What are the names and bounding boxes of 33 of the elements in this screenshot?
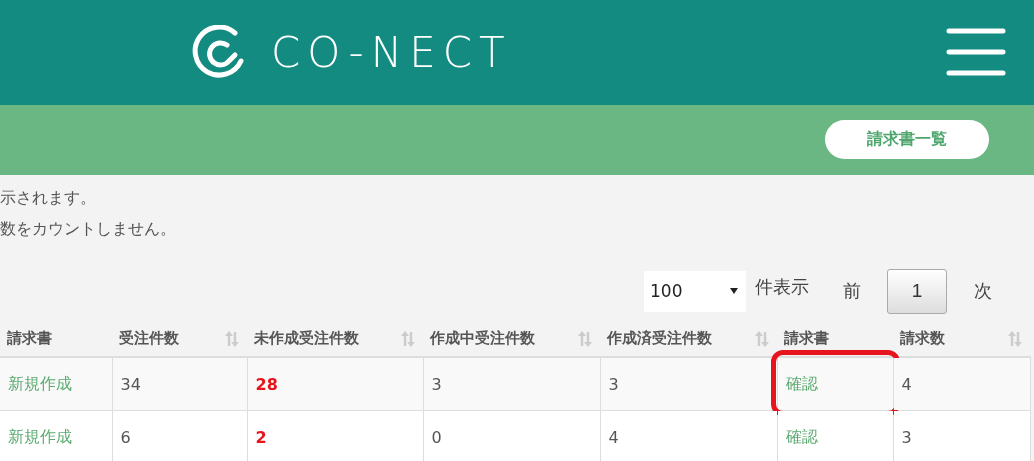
- table-cell: 0: [431, 427, 442, 447]
- logo-text: CO-NECT: [271, 28, 512, 77]
- sort-icon[interactable]: [401, 331, 415, 347]
- column-header[interactable]: 請求書: [7, 328, 52, 347]
- menu-icon[interactable]: [946, 28, 1006, 76]
- sort-icon[interactable]: [225, 331, 239, 347]
- dropdown-caret-icon: [730, 288, 738, 294]
- page-size-label: 件表示: [755, 275, 809, 299]
- table-cell: 28: [255, 374, 278, 394]
- column-header[interactable]: 請求書: [784, 328, 829, 347]
- table-cell: 6: [120, 427, 131, 447]
- column-header[interactable]: 受注件数: [119, 328, 179, 347]
- page-button[interactable]: 1: [887, 268, 947, 314]
- next-link[interactable]: 次: [974, 279, 992, 303]
- column-header[interactable]: 未作成受注件数: [254, 328, 359, 347]
- table-cell: 4: [901, 374, 912, 394]
- notice-text: 数をカウントしません。: [0, 218, 177, 240]
- sort-icon[interactable]: [578, 331, 592, 347]
- previous-link[interactable]: 前: [843, 279, 861, 303]
- page-size-select[interactable]: 100: [644, 270, 746, 312]
- table-cell: 3: [431, 374, 442, 394]
- sort-icon[interactable]: [755, 331, 769, 347]
- table-cell: 3: [608, 374, 619, 394]
- table-cell: 3: [901, 427, 912, 447]
- logo-icon: [191, 24, 247, 81]
- table-cell: 2: [255, 427, 267, 447]
- column-header[interactable]: 作成中受注件数: [430, 328, 535, 347]
- table-cell: 34: [120, 374, 141, 394]
- notice-text: 示されます。: [0, 187, 97, 209]
- column-header[interactable]: 請求数: [900, 328, 945, 347]
- table-cell: 4: [608, 427, 619, 447]
- column-header[interactable]: 作成済受注件数: [607, 328, 712, 347]
- sort-icon[interactable]: [1008, 331, 1022, 347]
